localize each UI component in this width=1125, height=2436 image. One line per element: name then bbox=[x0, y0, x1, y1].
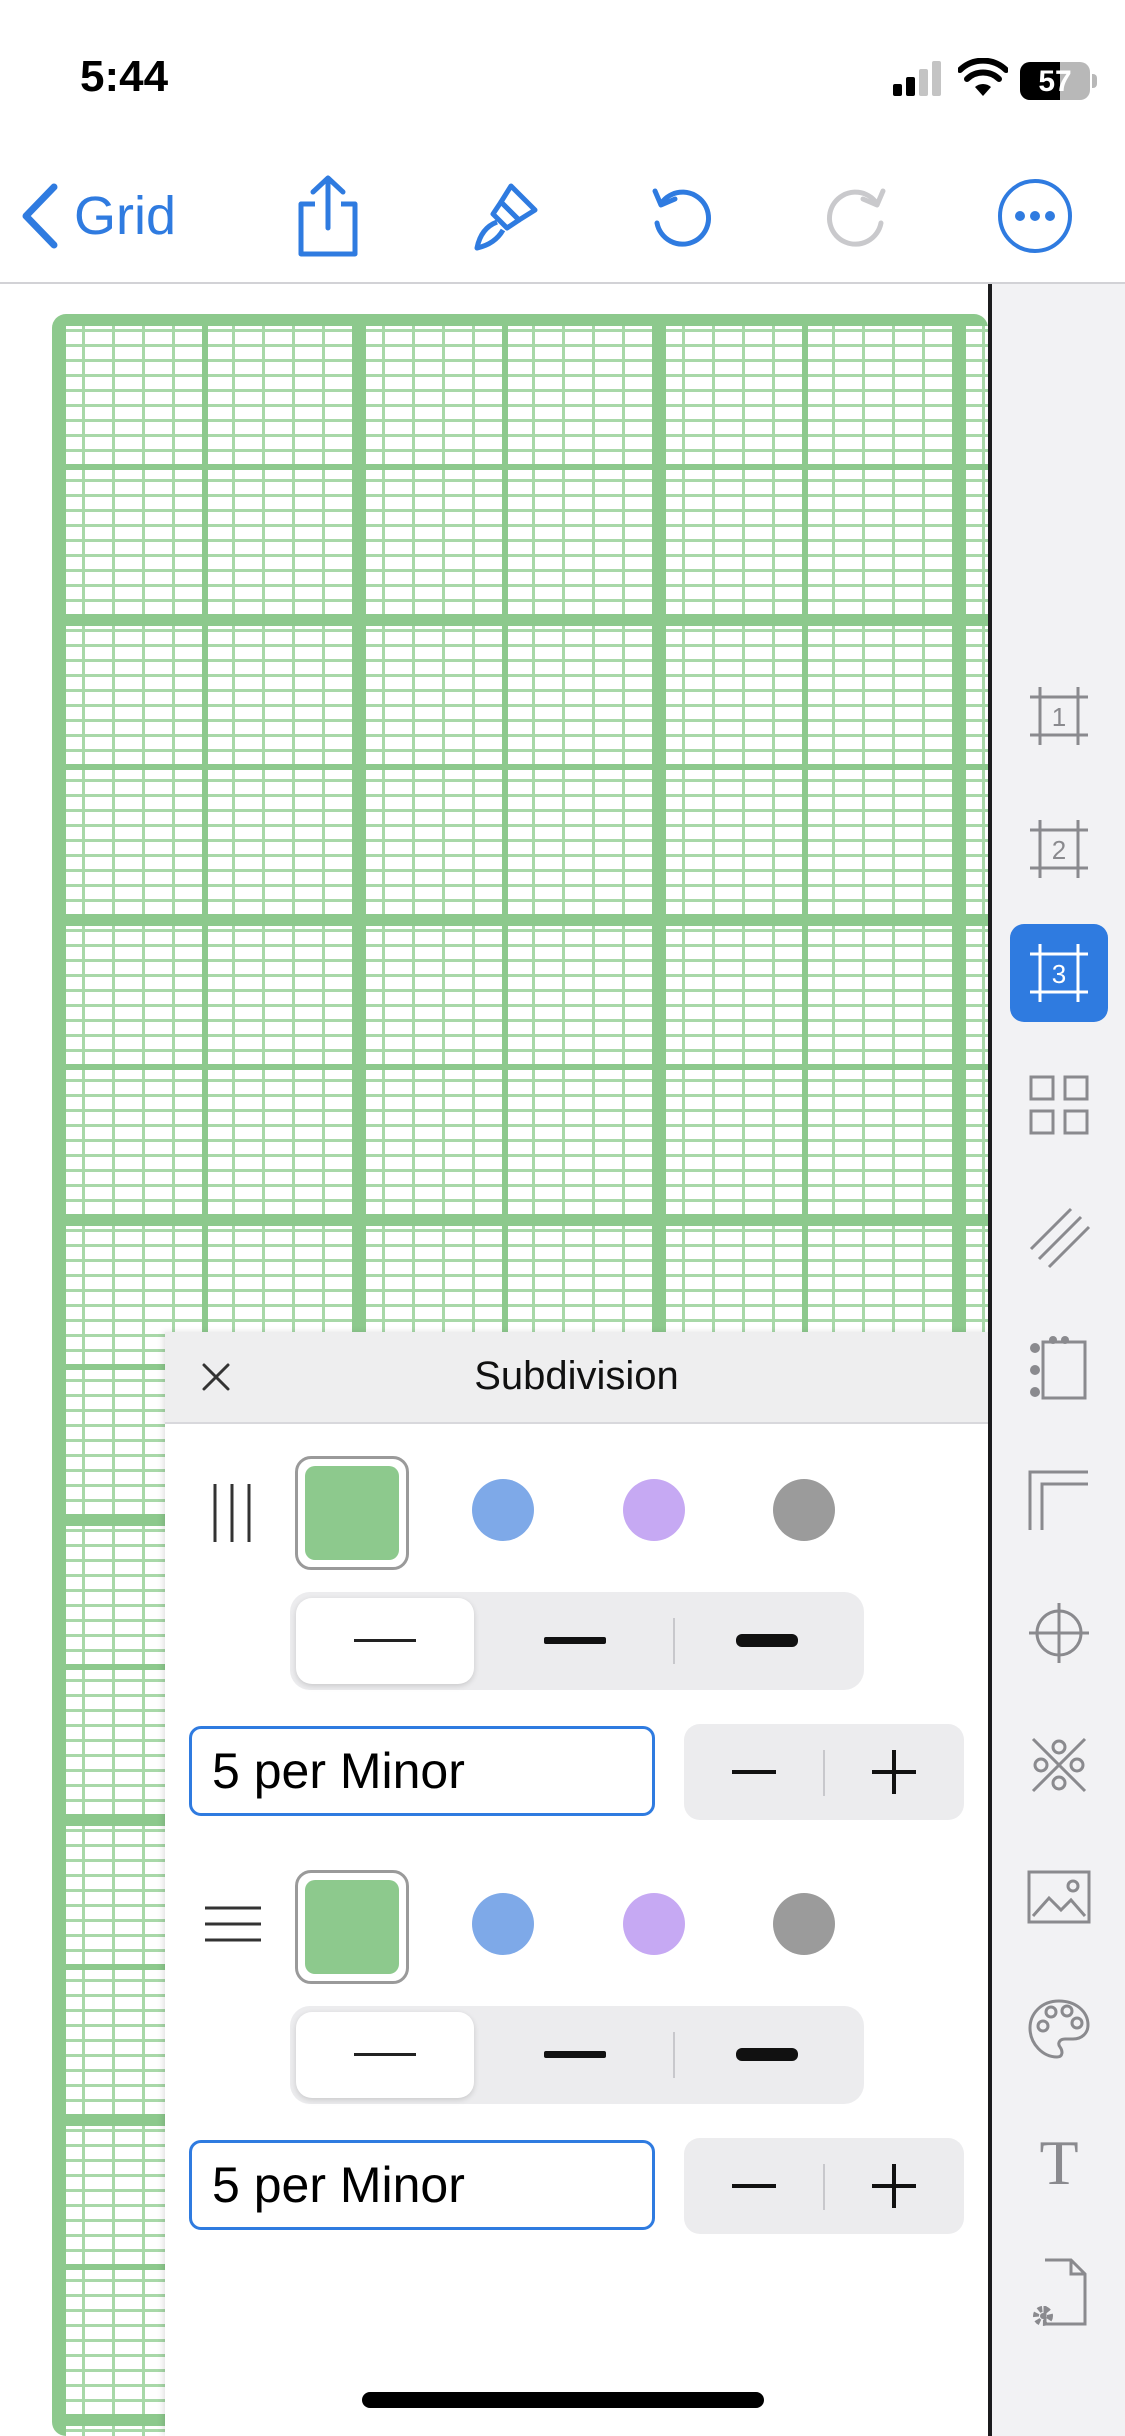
tool-sidebar: 1 2 3 T bbox=[992, 284, 1125, 2436]
layer-2-label: 2 bbox=[1052, 835, 1066, 865]
thin-line-icon bbox=[354, 2053, 416, 2056]
chevron-left-icon bbox=[22, 183, 58, 249]
weight-thick-option[interactable] bbox=[678, 1598, 856, 1684]
weight-medium-option[interactable] bbox=[486, 2012, 664, 2098]
share-button[interactable] bbox=[288, 150, 368, 282]
more-button[interactable] bbox=[990, 150, 1080, 282]
battery-icon: 57 bbox=[1020, 62, 1090, 100]
vertical-color-purple[interactable] bbox=[623, 1479, 685, 1541]
redo-icon bbox=[826, 188, 886, 247]
minus-icon bbox=[732, 2184, 776, 2188]
dot-margin-icon bbox=[1030, 1336, 1087, 1400]
corner-margins-icon bbox=[1028, 1470, 1088, 1530]
vertical-color-selected[interactable] bbox=[295, 1456, 409, 1570]
vertical-stepper bbox=[684, 1724, 964, 1820]
sidebar-item-image[interactable] bbox=[1010, 1848, 1108, 1946]
weight-thin-option[interactable] bbox=[296, 1598, 474, 1684]
diagonal-lines-icon bbox=[1029, 1207, 1091, 1269]
panel-title: Subdivision bbox=[474, 1354, 679, 1398]
horizontal-increment-button[interactable] bbox=[824, 2138, 964, 2234]
vertical-color-swatch bbox=[305, 1466, 399, 1560]
sidebar-item-page-settings[interactable] bbox=[1010, 2244, 1108, 2342]
back-button[interactable]: Grid bbox=[20, 150, 176, 282]
weight-thin-option[interactable] bbox=[296, 2012, 474, 2098]
sidebar-item-diagonal-lines[interactable] bbox=[1010, 1188, 1108, 1286]
frame-3-icon: 3 bbox=[1030, 944, 1088, 1002]
back-label: Grid bbox=[74, 186, 177, 246]
horizontal-stepper bbox=[684, 2138, 964, 2234]
minus-icon bbox=[732, 1770, 776, 1774]
sidebar-item-pattern[interactable] bbox=[1010, 1716, 1108, 1814]
panel-header: Subdivision bbox=[165, 1332, 988, 1424]
sidebar-item-corner-margins[interactable] bbox=[1010, 1452, 1108, 1550]
horizontal-subdivision-field[interactable]: 5 per Minor bbox=[189, 2140, 655, 2230]
sidebar-item-layer-1[interactable]: 1 bbox=[1010, 667, 1108, 765]
image-icon bbox=[1027, 1870, 1091, 1924]
sidebar-item-text[interactable]: T bbox=[1010, 2112, 1108, 2210]
horizontal-color-gray[interactable] bbox=[773, 1893, 835, 1955]
home-indicator bbox=[362, 2392, 764, 2408]
vertical-lines-icon bbox=[213, 1484, 251, 1542]
vertical-color-blue[interactable] bbox=[472, 1479, 534, 1541]
pattern-icon bbox=[1031, 1737, 1087, 1793]
nav-bar: Grid bbox=[0, 150, 1125, 284]
vertical-color-gray[interactable] bbox=[773, 1479, 835, 1541]
frame-1-icon: 1 bbox=[1030, 687, 1088, 745]
horizontal-color-selected[interactable] bbox=[295, 1870, 409, 1984]
subdivision-panel: Subdivision 5 per Minor 5 per Minor bbox=[165, 1332, 988, 2436]
horizontal-color-purple[interactable] bbox=[623, 1893, 685, 1955]
redo-button[interactable] bbox=[818, 150, 898, 282]
layer-1-label: 1 bbox=[1052, 702, 1066, 732]
text-tool-label: T bbox=[1039, 2130, 1078, 2192]
sidebar-item-layer-2[interactable]: 2 bbox=[1010, 800, 1108, 898]
wifi-icon bbox=[958, 58, 1008, 96]
horizontal-color-blue[interactable] bbox=[472, 1893, 534, 1955]
horizontal-lines-icon bbox=[205, 1906, 261, 1942]
status-bar: 5:44 57 bbox=[0, 0, 1125, 150]
battery-percent: 57 bbox=[1038, 65, 1072, 98]
undo-button[interactable] bbox=[640, 150, 720, 282]
grid-tiles-icon bbox=[1029, 1075, 1089, 1135]
frame-2-icon: 2 bbox=[1030, 820, 1088, 878]
crosshair-icon bbox=[1029, 1603, 1089, 1663]
vertical-decrement-button[interactable] bbox=[684, 1724, 824, 1820]
undo-icon bbox=[652, 188, 712, 247]
weight-medium-option[interactable] bbox=[486, 1598, 664, 1684]
medium-line-icon bbox=[544, 2051, 606, 2058]
style-brush-button[interactable] bbox=[462, 150, 548, 282]
text-icon: T bbox=[1039, 2130, 1078, 2192]
ellipsis-circle-icon bbox=[998, 179, 1072, 253]
palette-icon bbox=[1028, 1999, 1090, 2059]
thick-line-icon bbox=[736, 1634, 798, 1647]
battery-tip bbox=[1092, 74, 1097, 88]
doc-gear-icon bbox=[1033, 2258, 1087, 2326]
plus-icon bbox=[872, 1750, 916, 1794]
sidebar-item-grid-tiles[interactable] bbox=[1010, 1056, 1108, 1154]
plus-icon bbox=[872, 2164, 916, 2208]
sidebar-item-palette[interactable] bbox=[1010, 1980, 1108, 2078]
status-time: 5:44 bbox=[80, 52, 169, 101]
thick-line-icon bbox=[736, 2048, 798, 2061]
sidebar-item-crosshair[interactable] bbox=[1010, 1584, 1108, 1682]
medium-line-icon bbox=[544, 1637, 606, 1644]
vertical-increment-button[interactable] bbox=[824, 1724, 964, 1820]
cellular-signal-icon bbox=[893, 61, 941, 96]
horizontal-decrement-button[interactable] bbox=[684, 2138, 824, 2234]
paintbrush-icon bbox=[474, 183, 538, 251]
vertical-weight-control bbox=[290, 1592, 864, 1690]
sidebar-item-dot-margin[interactable] bbox=[1010, 1320, 1108, 1418]
weight-thick-option[interactable] bbox=[678, 2012, 856, 2098]
share-icon bbox=[298, 175, 358, 257]
vertical-subdivision-field[interactable]: 5 per Minor bbox=[189, 1726, 655, 1816]
sidebar-item-layer-3[interactable]: 3 bbox=[1010, 924, 1108, 1022]
horizontal-color-swatch bbox=[305, 1880, 399, 1974]
horizontal-weight-control bbox=[290, 2006, 864, 2104]
thin-line-icon bbox=[354, 1639, 416, 1642]
layer-3-label: 3 bbox=[1052, 959, 1066, 989]
